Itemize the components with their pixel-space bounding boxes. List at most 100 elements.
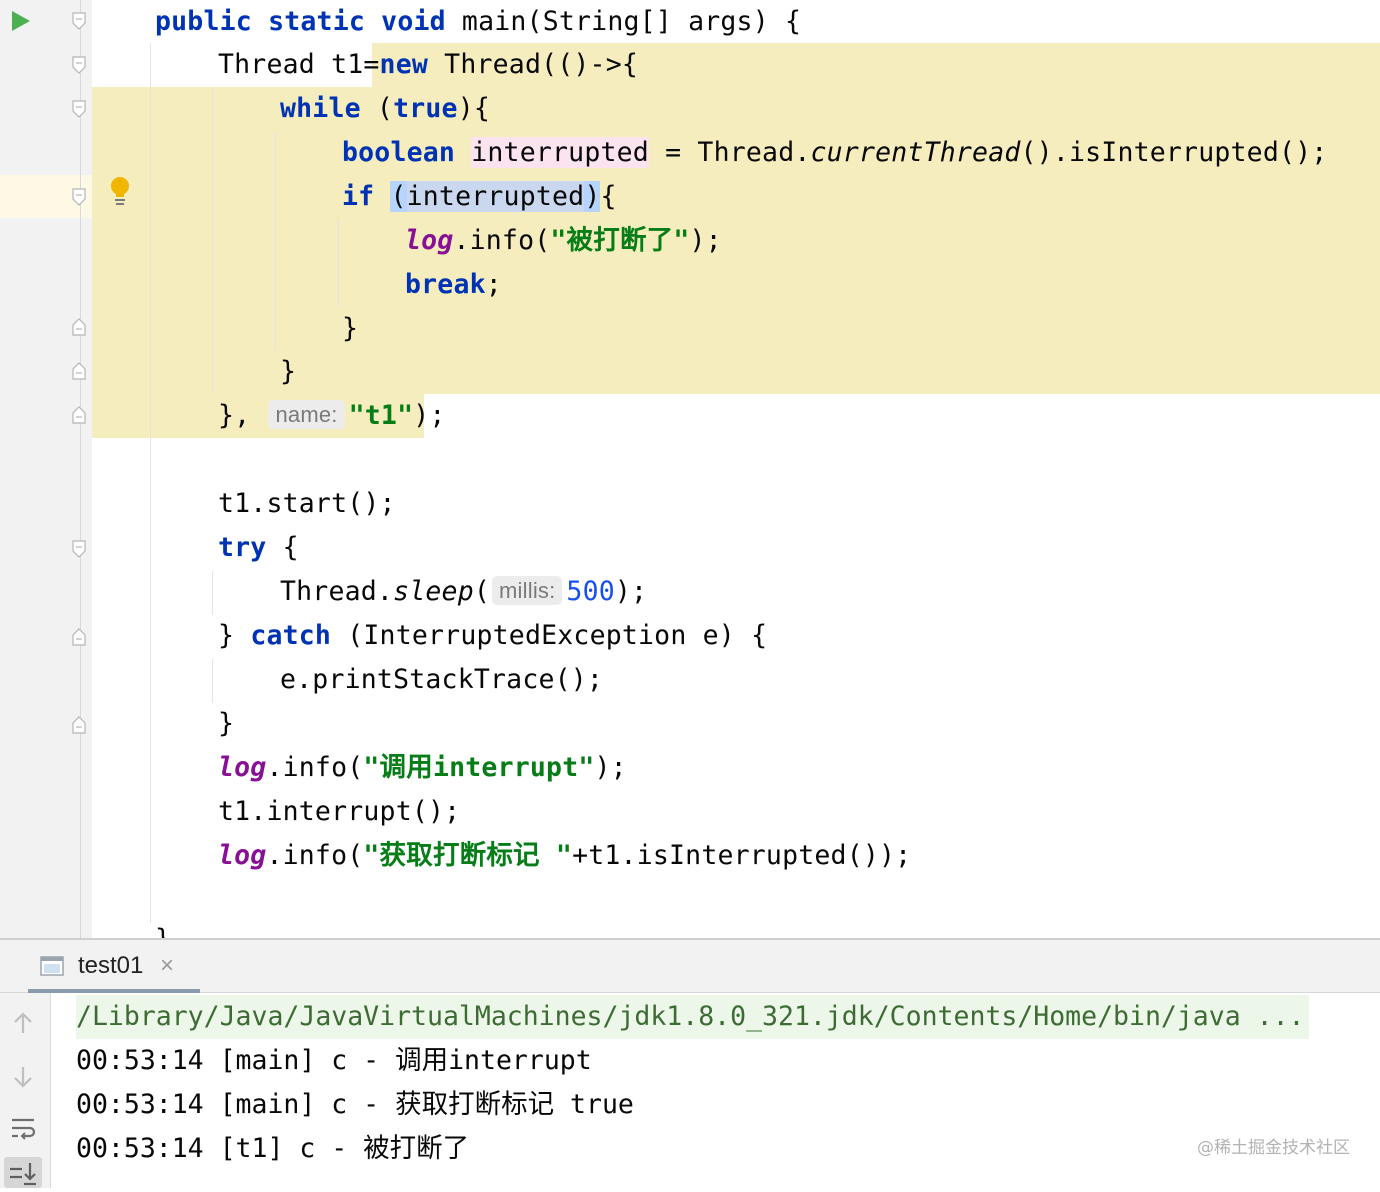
code-line[interactable]: boolean interrupted = Thread.currentThre…: [342, 131, 1327, 175]
scroll-to-end-icon[interactable]: [4, 1157, 42, 1188]
indent-guide: [275, 131, 276, 350]
up-arrow-icon[interactable]: [10, 1010, 36, 1036]
code-line[interactable]: break;: [405, 263, 502, 307]
code-line[interactable]: }: [280, 350, 296, 394]
keyword: new: [379, 49, 429, 80]
console-command-line[interactable]: /Library/Java/JavaVirtualMachines/jdk1.8…: [76, 995, 1309, 1039]
editor-gutter[interactable]: [0, 0, 92, 938]
fold-icon[interactable]: [72, 540, 86, 558]
code-text: }: [155, 924, 171, 938]
code-line[interactable]: Thread.sleep(millis: 500);: [280, 570, 647, 614]
soft-wrap-icon[interactable]: [10, 1116, 36, 1142]
code-text: {: [600, 181, 617, 212]
matched-paren: ): [584, 181, 601, 212]
code-line[interactable]: }: [155, 918, 171, 938]
code-text: }: [280, 356, 297, 387]
watermark: @稀土掘金技术社区: [1197, 1138, 1350, 1158]
code-line[interactable]: try {: [218, 526, 299, 570]
log-field: log: [218, 752, 267, 783]
string-literal: "调用interrupt": [363, 752, 595, 783]
code-text: {: [266, 532, 299, 563]
string-literal: "被打断了": [550, 225, 690, 256]
fold-icon[interactable]: [72, 12, 86, 30]
keyword: try: [218, 532, 267, 563]
code-text: .info(: [266, 840, 364, 871]
run-tool-window: test01 × /Library/Java/JavaVirtualMachin…: [0, 938, 1380, 1188]
indent-guide: [212, 659, 213, 703]
code-text: e.printStackTrace();: [280, 664, 604, 695]
keyword: while: [280, 93, 361, 124]
code-text: Thread t1=: [218, 49, 380, 80]
keyword: true: [393, 93, 458, 124]
tab-label: test01: [78, 952, 144, 979]
fold-icon[interactable]: [72, 628, 86, 646]
fold-icon[interactable]: [72, 318, 86, 336]
code-line[interactable]: log.info("获取打断标记 "+t1.isInterrupted());: [218, 834, 911, 878]
active-tab-indicator: [28, 989, 200, 993]
code-text: t1.start();: [218, 488, 396, 519]
fold-icon[interactable]: [72, 188, 86, 206]
console-output-line[interactable]: 00:53:14 [t1] c - 被打断了: [76, 1127, 469, 1171]
code-line[interactable]: Thread t1=new Thread(()->{: [218, 43, 638, 87]
fold-icon[interactable]: [72, 362, 86, 380]
keyword: catch: [250, 620, 332, 651]
fold-icon[interactable]: [72, 716, 86, 734]
code-text: ;: [485, 269, 502, 300]
code-text: ){: [457, 93, 491, 124]
fold-icon[interactable]: [72, 56, 86, 74]
code-text: ().isInterrupted();: [1020, 137, 1328, 168]
console-tab-icon: [40, 956, 64, 976]
close-icon[interactable]: ×: [160, 953, 174, 979]
down-arrow-icon[interactable]: [10, 1064, 36, 1090]
code-line[interactable]: t1.interrupt();: [218, 790, 460, 834]
console-output-line[interactable]: 00:53:14 [main] c - 调用interrupt: [76, 1039, 592, 1083]
code-text: main(String[] args) {: [445, 6, 802, 37]
console-output-line[interactable]: 00:53:14 [main] c - 获取打断标记 true: [76, 1083, 634, 1127]
bulb-icon[interactable]: [108, 175, 134, 207]
code-text: t1.interrupt();: [218, 796, 461, 827]
code-line[interactable]: log.info("被打断了");: [405, 219, 722, 263]
code-line[interactable]: } catch (InterruptedException e) {: [218, 614, 767, 658]
indent-guide: [212, 571, 213, 615]
code-line[interactable]: e.printStackTrace();: [280, 658, 603, 702]
code-text: Thread.: [280, 576, 394, 607]
code-text: = Thread.: [648, 137, 811, 168]
static-method: sleep: [393, 576, 474, 607]
parameter-hint: name:: [268, 400, 345, 429]
gutter-divider: [80, 0, 81, 938]
code-text: );: [413, 400, 446, 431]
keyword: public static void: [155, 6, 446, 37]
code-line[interactable]: }: [342, 307, 358, 351]
run-tab-bar: test01 ×: [0, 940, 1380, 993]
fold-icon[interactable]: [72, 100, 86, 118]
static-method: currentThread: [810, 137, 1021, 168]
code-text: }: [218, 708, 235, 739]
code-text: .info(: [266, 752, 364, 783]
tab-test01[interactable]: test01 ×: [28, 940, 200, 993]
code-text: .info(: [453, 225, 551, 256]
code-line[interactable]: }: [218, 702, 234, 746]
code-line[interactable]: if (interrupted){: [342, 175, 617, 219]
code-text: (: [360, 93, 394, 124]
code-line[interactable]: public static void main(String[] args) {: [155, 0, 801, 44]
code-text: (InterruptedException e) {: [331, 620, 768, 651]
variable-usage: interrupted: [406, 181, 585, 212]
code-text: Thread(()->{: [428, 49, 639, 80]
fold-icon[interactable]: [72, 406, 86, 424]
indent-guide: [338, 219, 339, 307]
code-text: }: [342, 313, 359, 344]
code-line[interactable]: while (true){: [280, 87, 490, 131]
string-literal: "t1": [348, 400, 414, 431]
matched-paren: (: [390, 181, 407, 212]
code-line[interactable]: log.info("调用interrupt");: [218, 746, 627, 790]
string-literal: "获取打断标记 ": [363, 840, 573, 871]
run-icon[interactable]: [10, 9, 32, 33]
number-literal: 500: [566, 576, 615, 607]
code-line[interactable]: }, name: "t1");: [218, 394, 446, 438]
keyword: if: [342, 181, 375, 212]
log-field: log: [405, 225, 454, 256]
code-line[interactable]: t1.start();: [218, 482, 396, 526]
code-editor[interactable]: public static void main(String[] args) {…: [0, 0, 1380, 938]
